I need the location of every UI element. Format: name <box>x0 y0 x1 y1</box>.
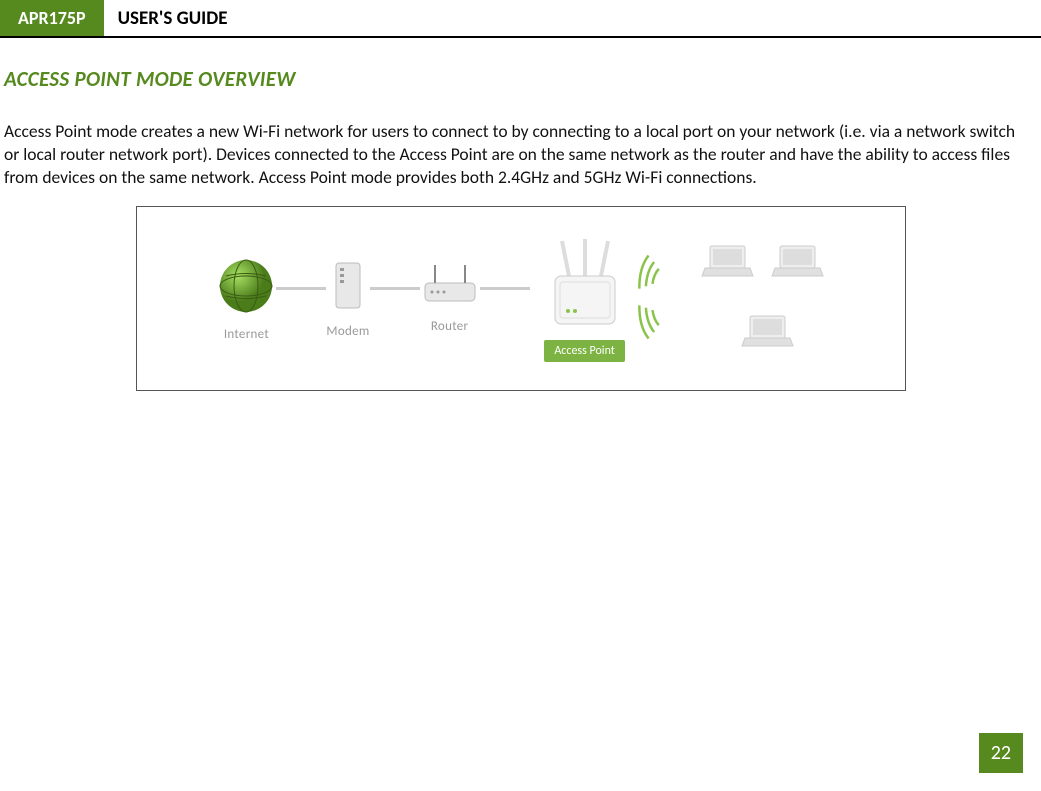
access-point-icon <box>540 236 630 336</box>
product-badge: APR175P <box>0 0 104 36</box>
client-devices <box>700 241 825 356</box>
laptop-icon <box>740 311 795 356</box>
cable-3 <box>480 287 530 290</box>
modem-icon <box>328 258 368 318</box>
page-header: APR175P USER'S GUIDE <box>0 0 1041 38</box>
network-diagram: Internet Modem <box>136 206 906 391</box>
modem-node: Modem <box>326 258 369 339</box>
cable-1 <box>276 287 326 290</box>
router-label: Router <box>431 319 469 334</box>
cable-2 <box>370 287 420 290</box>
internet-node: Internet <box>216 256 276 342</box>
internet-label: Internet <box>224 327 269 342</box>
modem-label: Modem <box>326 324 369 339</box>
access-point-node: Access Point <box>540 236 630 362</box>
router-node: Router <box>420 263 480 334</box>
body-paragraph: Access Point mode creates a new Wi-Fi ne… <box>4 120 1025 188</box>
page-number: 22 <box>979 733 1023 773</box>
laptop-icon <box>700 241 755 286</box>
doc-title: USER'S GUIDE <box>104 7 228 30</box>
access-point-label: Access Point <box>544 340 624 362</box>
laptop-icon <box>770 241 825 286</box>
globe-icon <box>216 256 276 321</box>
router-icon <box>420 263 480 313</box>
section-title: ACCESS POINT MODE OVERVIEW <box>4 66 1041 92</box>
